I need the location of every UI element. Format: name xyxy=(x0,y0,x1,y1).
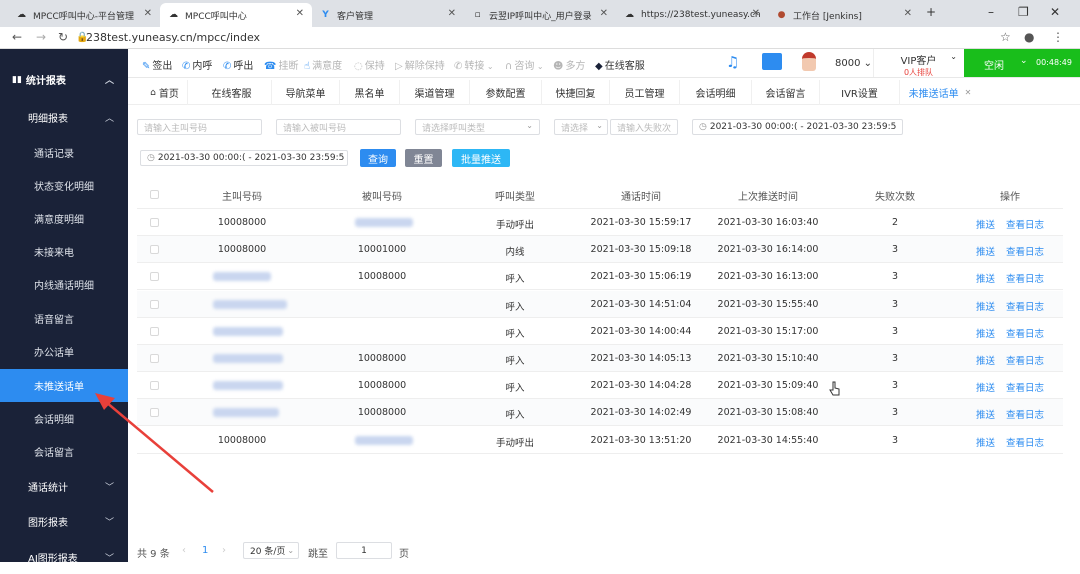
arrow-shaft xyxy=(105,401,214,493)
annotation-arrow xyxy=(95,393,214,493)
cursor-hand-icon xyxy=(829,381,840,396)
